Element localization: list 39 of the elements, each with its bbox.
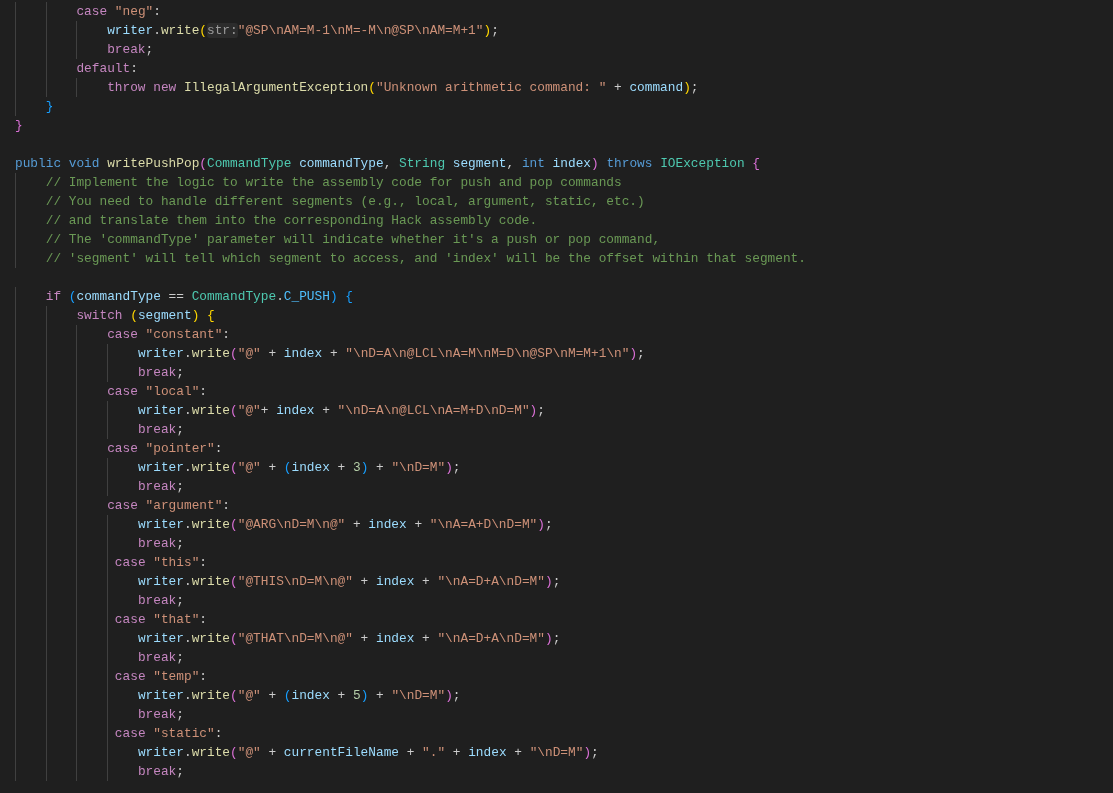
code-line: break;: [15, 477, 184, 496]
code-line: writer.write("@" + (index + 3) + "\nD=M");: [15, 458, 461, 477]
code-line: case "local":: [15, 382, 207, 401]
code-line: writer.write(str:"@SP\nAM=M-1\nM=-M\n@SP\nAM=M+1");: [15, 21, 499, 40]
code-line: // Implement the logic to write the assembly code for push and pop commands: [15, 173, 622, 192]
code-line: // 'segment' will tell which segment to access, and 'index' will be the offset within that segment.: [15, 249, 806, 268]
code-line: case "that":: [15, 610, 207, 629]
code-line: public void writePushPop(CommandType commandType, String segment, int index) throws IOException {: [15, 155, 760, 173]
code-line: writer.write("@" + index + "\nD=A\n@LCL\nA=M\nM=D\n@SP\nM=M+1\n");: [15, 344, 645, 363]
code-line: writer.write("@" + currentFileName + "." + index + "\nD=M");: [15, 743, 599, 762]
code-line: if (commandType == CommandType.C_PUSH) {: [15, 287, 353, 306]
code-line: break;: [15, 420, 184, 439]
code-line: // The 'commandType' parameter will indicate whether it's a push or pop command,: [15, 230, 661, 249]
code-line: break;: [15, 591, 184, 610]
code-line: case "temp":: [15, 667, 207, 686]
code-line: // You need to handle different segments (e.g., local, argument, static, etc.): [15, 192, 645, 211]
code-line: default:: [15, 59, 138, 78]
code-line: break;: [15, 534, 184, 553]
code-line: case "pointer":: [15, 439, 223, 458]
code-line: }: [15, 117, 23, 135]
code-line: case "this":: [15, 553, 207, 572]
code-line: break;: [15, 363, 184, 382]
code-line: writer.write("@THAT\nD=M\n@" + index + "\nA=D+A\nD=M");: [15, 629, 561, 648]
code-line: writer.write("@"+ index + "\nD=A\n@LCL\nA=M+D\nD=M");: [15, 401, 545, 420]
code-line: throw new IllegalArgumentException("Unknown arithmetic command: " + command);: [15, 78, 699, 97]
code-line: writer.write("@" + (index + 5) + "\nD=M");: [15, 686, 461, 705]
code-line: break;: [15, 648, 184, 667]
code-line: // and translate them into the corresponding Hack assembly code.: [15, 211, 538, 230]
code-line: case "static":: [15, 724, 223, 743]
code-line: switch (segment) {: [15, 306, 215, 325]
code-line: case "constant":: [15, 325, 231, 344]
code-line: }: [15, 97, 54, 116]
code-line: case "argument":: [15, 496, 231, 515]
code-line: break;: [15, 705, 184, 724]
code-line: break;: [15, 40, 154, 59]
code-line: break;: [15, 762, 184, 781]
code-line: writer.write("@ARG\nD=M\n@" + index + "\nA=A+D\nD=M");: [15, 515, 553, 534]
code-line: case "neg":: [15, 2, 161, 21]
code-line: writer.write("@THIS\nD=M\n@" + index + "\nA=D+A\nD=M");: [15, 572, 561, 591]
